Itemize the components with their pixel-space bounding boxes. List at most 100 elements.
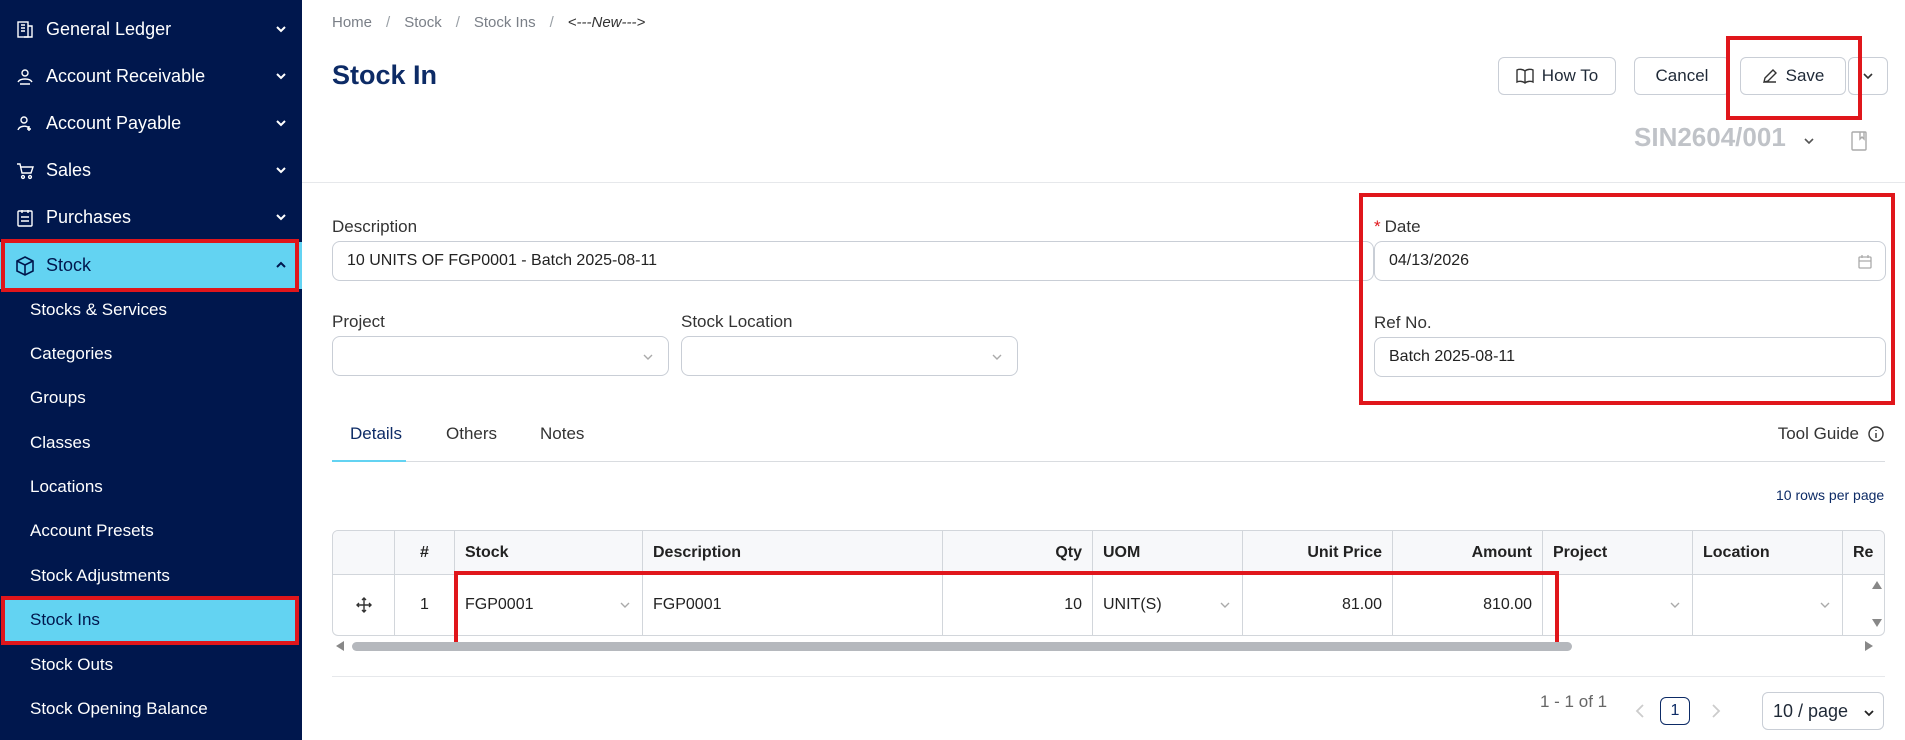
grid-horizontal-scrollbar[interactable] [332, 640, 1885, 652]
tab-notes[interactable]: Notes [540, 424, 584, 462]
date-input[interactable]: 04/13/2026 [1374, 241, 1886, 281]
description-input[interactable]: 10 UNITS OF FGP0001 - Batch 2025-08-11 [332, 241, 1374, 281]
sidebar-item-account-presets[interactable]: Account Presets [30, 516, 154, 546]
breadcrumb-stock-ins[interactable]: Stock Ins [474, 14, 536, 31]
sidebar-group-stock[interactable]: Stock [0, 242, 302, 289]
document-number: SIN2604/001 [1634, 122, 1786, 152]
row-uom-select[interactable]: UNIT(S) [1093, 575, 1243, 635]
grid-col-handle [333, 531, 395, 574]
chevron-up-icon [276, 261, 286, 268]
sidebar-item-locations[interactable]: Locations [30, 472, 103, 502]
sidebar-item-stock-outs[interactable]: Stock Outs [30, 650, 113, 680]
chevron-down-icon [276, 26, 286, 33]
save-dropdown-button[interactable] [1848, 57, 1888, 95]
page-size-select[interactable]: 10 / page [1762, 692, 1884, 730]
project-select[interactable] [332, 336, 669, 376]
sidebar-group-label: Account Receivable [46, 66, 206, 86]
drag-handle-icon[interactable] [333, 575, 395, 635]
row-description[interactable]: FGP0001 [643, 575, 943, 635]
row-location-select[interactable] [1693, 575, 1843, 635]
grid-col-amount: Amount [1393, 531, 1543, 574]
scroll-right-icon[interactable] [1865, 641, 1873, 651]
chevron-down-icon [1670, 602, 1680, 608]
prev-page-icon[interactable] [1634, 703, 1646, 719]
ref-no-label: Ref No. [1374, 313, 1432, 332]
how-to-button[interactable]: How To [1498, 57, 1616, 95]
sidebar-item-stocks-services[interactable]: Stocks & Services [30, 295, 167, 325]
date-label: * Date [1374, 217, 1421, 237]
row-stock-value: FGP0001 [465, 596, 534, 613]
doc-number-chevron-icon[interactable] [1802, 134, 1816, 148]
sidebar-group-account-payable[interactable]: Account Payable [0, 100, 302, 147]
page-title: Stock In [332, 60, 438, 90]
page-button-current[interactable]: 1 [1660, 697, 1690, 725]
next-page-icon[interactable] [1710, 703, 1722, 719]
sidebar-item-stock-opening-balance[interactable]: Stock Opening Balance [30, 694, 208, 724]
pencil-icon [1762, 69, 1777, 83]
row-qty[interactable]: 10 [943, 575, 1093, 635]
stock-location-select[interactable] [681, 336, 1018, 376]
bookmark-icon[interactable] [1850, 130, 1868, 152]
tab-details[interactable]: Details [332, 424, 406, 462]
chevron-down-icon [992, 354, 1002, 360]
sidebar-group-purchases[interactable]: Purchases [0, 194, 302, 241]
page-size-value: 10 / page [1773, 700, 1849, 721]
save-button[interactable]: Save [1740, 57, 1846, 95]
sidebar-group-account-receivable[interactable]: Account Receivable [0, 53, 302, 100]
required-marker: * [1374, 217, 1381, 236]
row-ref-cell[interactable] [1843, 575, 1884, 635]
sidebar-item-classes[interactable]: Classes [30, 428, 90, 458]
row-project-select[interactable] [1543, 575, 1693, 635]
sidebar-group-label: Sales [46, 160, 92, 180]
sidebar: General Ledger Account Receivable Accoun… [0, 0, 302, 740]
row-uom-value: UNIT(S) [1103, 596, 1162, 613]
details-grid: # Stock Description Qty UOM Unit Price A… [332, 530, 1885, 636]
sidebar-item-categories[interactable]: Categories [30, 339, 112, 369]
grid-col-unit-price: Unit Price [1243, 531, 1393, 574]
breadcrumb-stock[interactable]: Stock [404, 14, 442, 31]
sidebar-group-general-ledger[interactable]: General Ledger [0, 6, 302, 53]
grid-col-location: Location [1693, 531, 1843, 574]
cancel-button[interactable]: Cancel [1634, 57, 1730, 95]
cart-icon [14, 160, 36, 182]
chevron-down-icon [1863, 73, 1873, 80]
row-unit-price[interactable]: 81.00 [1243, 575, 1393, 635]
payable-icon [14, 113, 36, 135]
sidebar-item-stock-ins[interactable]: Stock Ins [4, 598, 298, 642]
calendar-icon[interactable] [1857, 254, 1873, 270]
sidebar-item-groups[interactable]: Groups [30, 383, 86, 413]
sidebar-group-label: General Ledger [46, 19, 172, 39]
save-label: Save [1785, 66, 1825, 85]
grid-col-number: # [395, 531, 455, 574]
table-row: 1 FGP0001 FGP0001 10 UNIT(S) 81.00 810.0… [333, 575, 1884, 635]
row-number: 1 [395, 575, 455, 635]
scroll-up-icon[interactable] [1872, 581, 1882, 589]
date-label-text: Date [1384, 217, 1421, 236]
grid-header: # Stock Description Qty UOM Unit Price A… [333, 531, 1884, 575]
sidebar-group-sales[interactable]: Sales [0, 147, 302, 194]
chevron-down-icon [276, 167, 286, 174]
app: General Ledger Account Receivable Accoun… [0, 0, 1905, 740]
row-stock-select[interactable]: FGP0001 [455, 575, 643, 635]
how-to-label: How To [1541, 66, 1599, 85]
grid-col-uom: UOM [1093, 531, 1243, 574]
info-icon [1868, 426, 1884, 442]
scroll-thumb[interactable] [352, 642, 1572, 651]
scroll-left-icon[interactable] [336, 641, 344, 651]
tab-others[interactable]: Others [446, 424, 497, 462]
chevron-down-icon [276, 214, 286, 221]
purchases-icon [14, 207, 36, 229]
date-value: 04/13/2026 [1389, 252, 1470, 269]
tool-guide[interactable]: Tool Guide [1778, 424, 1885, 444]
breadcrumb-home[interactable]: Home [332, 14, 372, 31]
breadcrumb-separator: / [386, 14, 391, 31]
chevron-down-icon [276, 73, 286, 80]
footer-divider [332, 676, 1885, 677]
sidebar-item-stock-adjustments[interactable]: Stock Adjustments [30, 561, 170, 591]
ledger-icon [14, 19, 36, 41]
project-label: Project [332, 312, 385, 331]
chevron-down-icon [1864, 710, 1874, 717]
scroll-down-icon[interactable] [1872, 619, 1882, 627]
breadcrumb: Home / Stock / Stock Ins / <---New---> [332, 14, 645, 31]
ref-no-input[interactable]: Batch 2025-08-11 [1374, 337, 1886, 377]
